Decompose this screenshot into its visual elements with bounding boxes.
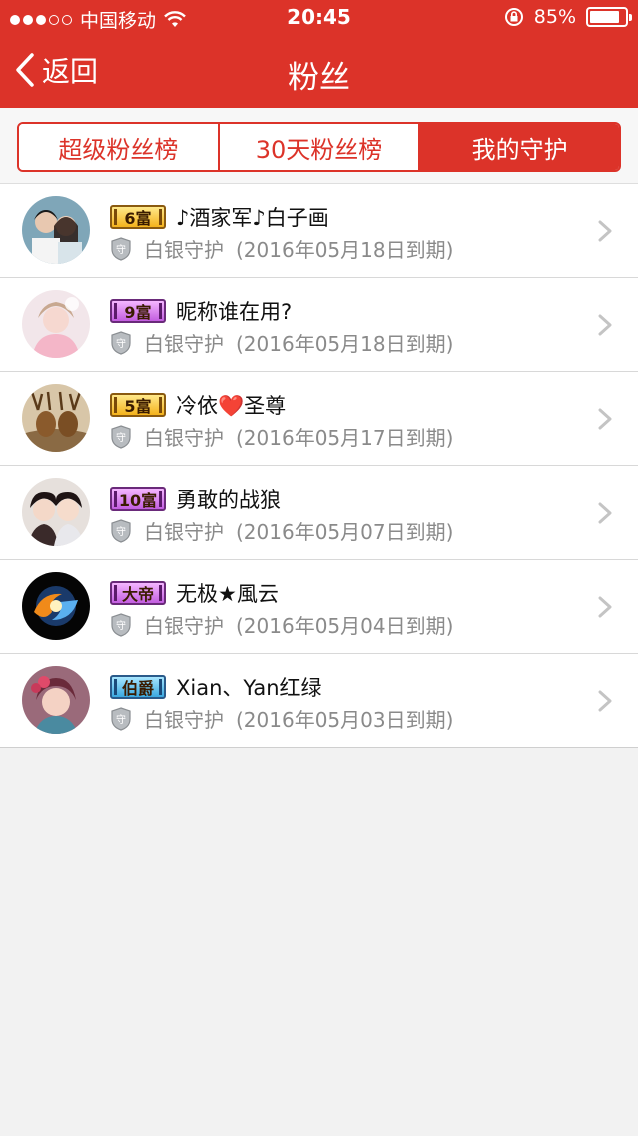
chevron-right-icon <box>598 314 612 336</box>
guard-expiry: (2016年05月18日到期) <box>236 238 454 262</box>
list-item[interactable]: 大帝 无极★風云 守 白银守护 (2016年05月04日到期) <box>0 560 638 654</box>
fan-nickname: 勇敢的战狼 <box>176 488 281 512</box>
wealth-badge: 大帝 <box>110 581 166 605</box>
row-guard-line: 守 白银守护 (2016年05月03日到期) <box>110 704 453 733</box>
chevron-right-icon <box>598 502 612 524</box>
list-item[interactable]: 6富 ♪酒家军♪白子画 守 白银守护 (2016年05月18日到期) <box>0 184 638 278</box>
chevron-right-icon <box>598 596 612 618</box>
row-title-line: 大帝 无极★風云 <box>110 578 279 608</box>
wealth-badge: 伯爵 <box>110 675 166 699</box>
row-guard-line: 守 白银守护 (2016年05月07日到期) <box>110 516 453 545</box>
tab-bar-container: 超级粉丝榜 30天粉丝榜 我的守护 <box>0 108 638 184</box>
guard-level: 白银守护 <box>144 238 224 262</box>
row-guard-line: 守 白银守护 (2016年05月18日到期) <box>110 328 453 357</box>
header: 中国移动 20:45 85% 返回 粉丝 <box>0 0 638 108</box>
guard-expiry: (2016年05月03日到期) <box>236 708 454 732</box>
fan-nickname: ♪酒家军♪白子画 <box>176 206 329 230</box>
avatar <box>22 666 90 734</box>
guard-expiry: (2016年05月07日到期) <box>236 520 454 544</box>
battery-percent: 85% <box>533 6 576 28</box>
list-item[interactable]: 伯爵 Xian、Yan红绿 守 白银守护 (2016年05月03日到期) <box>0 654 638 748</box>
wealth-badge: 5富 <box>110 393 166 417</box>
svg-text:守: 守 <box>116 243 126 256</box>
battery-icon <box>586 7 632 27</box>
row-guard-line: 守 白银守护 (2016年05月17日到期) <box>110 422 453 451</box>
page-title: 粉丝 <box>288 60 350 96</box>
chevron-right-icon <box>598 408 612 430</box>
shield-icon: 守 <box>111 706 131 731</box>
navigation-bar: 返回 粉丝 <box>0 36 638 108</box>
avatar <box>22 384 90 452</box>
row-guard-line: 守 白银守护 (2016年05月04日到期) <box>110 610 453 639</box>
shield-icon: 守 <box>111 612 131 637</box>
svg-text:守: 守 <box>116 431 126 444</box>
svg-text:守: 守 <box>116 525 126 538</box>
svg-text:守: 守 <box>116 619 126 632</box>
row-title-line: 10富 勇敢的战狼 <box>110 484 281 514</box>
chevron-right-icon <box>598 220 612 242</box>
shield-icon: 守 <box>111 330 131 355</box>
row-guard-line: 守 白银守护 (2016年05月18日到期) <box>110 234 453 263</box>
guard-expiry: (2016年05月18日到期) <box>236 332 454 356</box>
avatar <box>22 572 90 640</box>
fan-nickname: Xian、Yan红绿 <box>176 676 322 700</box>
list-item[interactable]: 10富 勇敢的战狼 守 白银守护 (2016年05月07日到期) <box>0 466 638 560</box>
segmented-control: 超级粉丝榜 30天粉丝榜 我的守护 <box>17 122 621 172</box>
guard-level: 白银守护 <box>144 614 224 638</box>
fan-nickname: 冷依❤️圣尊 <box>176 394 287 418</box>
avatar <box>22 196 90 264</box>
fan-nickname: 无极★風云 <box>176 582 279 606</box>
avatar <box>22 478 90 546</box>
list-item[interactable]: 9富 昵称谁在用? 守 白银守护 (2016年05月18日到期) <box>0 278 638 372</box>
rotation-lock-icon <box>504 8 523 26</box>
shield-icon: 守 <box>111 424 131 449</box>
tab-30-day-fans[interactable]: 30天粉丝榜 <box>219 124 421 170</box>
guard-level: 白银守护 <box>144 520 224 544</box>
svg-text:守: 守 <box>116 337 126 350</box>
row-title-line: 伯爵 Xian、Yan红绿 <box>110 672 322 702</box>
list-item[interactable]: 5富 冷依❤️圣尊 守 白银守护 (2016年05月17日到期) <box>0 372 638 466</box>
row-title-line: 5富 冷依❤️圣尊 <box>110 390 286 420</box>
guard-expiry: (2016年05月17日到期) <box>236 426 454 450</box>
guard-level: 白银守护 <box>144 332 224 356</box>
fan-nickname: 昵称谁在用? <box>176 300 293 324</box>
shield-icon: 守 <box>111 518 131 543</box>
tab-super-fans[interactable]: 超级粉丝榜 <box>19 124 220 170</box>
guardian-list: 6富 ♪酒家军♪白子画 守 白银守护 (2016年05月18日到期) 9富 昵称… <box>0 184 638 748</box>
row-title-line: 9富 昵称谁在用? <box>110 296 292 326</box>
status-bar: 中国移动 20:45 85% <box>0 0 638 36</box>
guard-level: 白银守护 <box>144 708 224 732</box>
shield-icon: 守 <box>111 236 131 261</box>
wealth-badge: 6富 <box>110 205 166 229</box>
tab-my-guardians[interactable]: 我的守护 <box>420 124 619 170</box>
svg-text:守: 守 <box>116 713 126 726</box>
row-title-line: 6富 ♪酒家军♪白子画 <box>110 202 329 232</box>
guard-expiry: (2016年05月04日到期) <box>236 614 454 638</box>
chevron-right-icon <box>598 690 612 712</box>
avatar <box>22 290 90 358</box>
status-right: 85% <box>504 6 632 28</box>
guard-level: 白银守护 <box>144 426 224 450</box>
wealth-badge: 10富 <box>110 487 166 511</box>
wealth-badge: 9富 <box>110 299 166 323</box>
